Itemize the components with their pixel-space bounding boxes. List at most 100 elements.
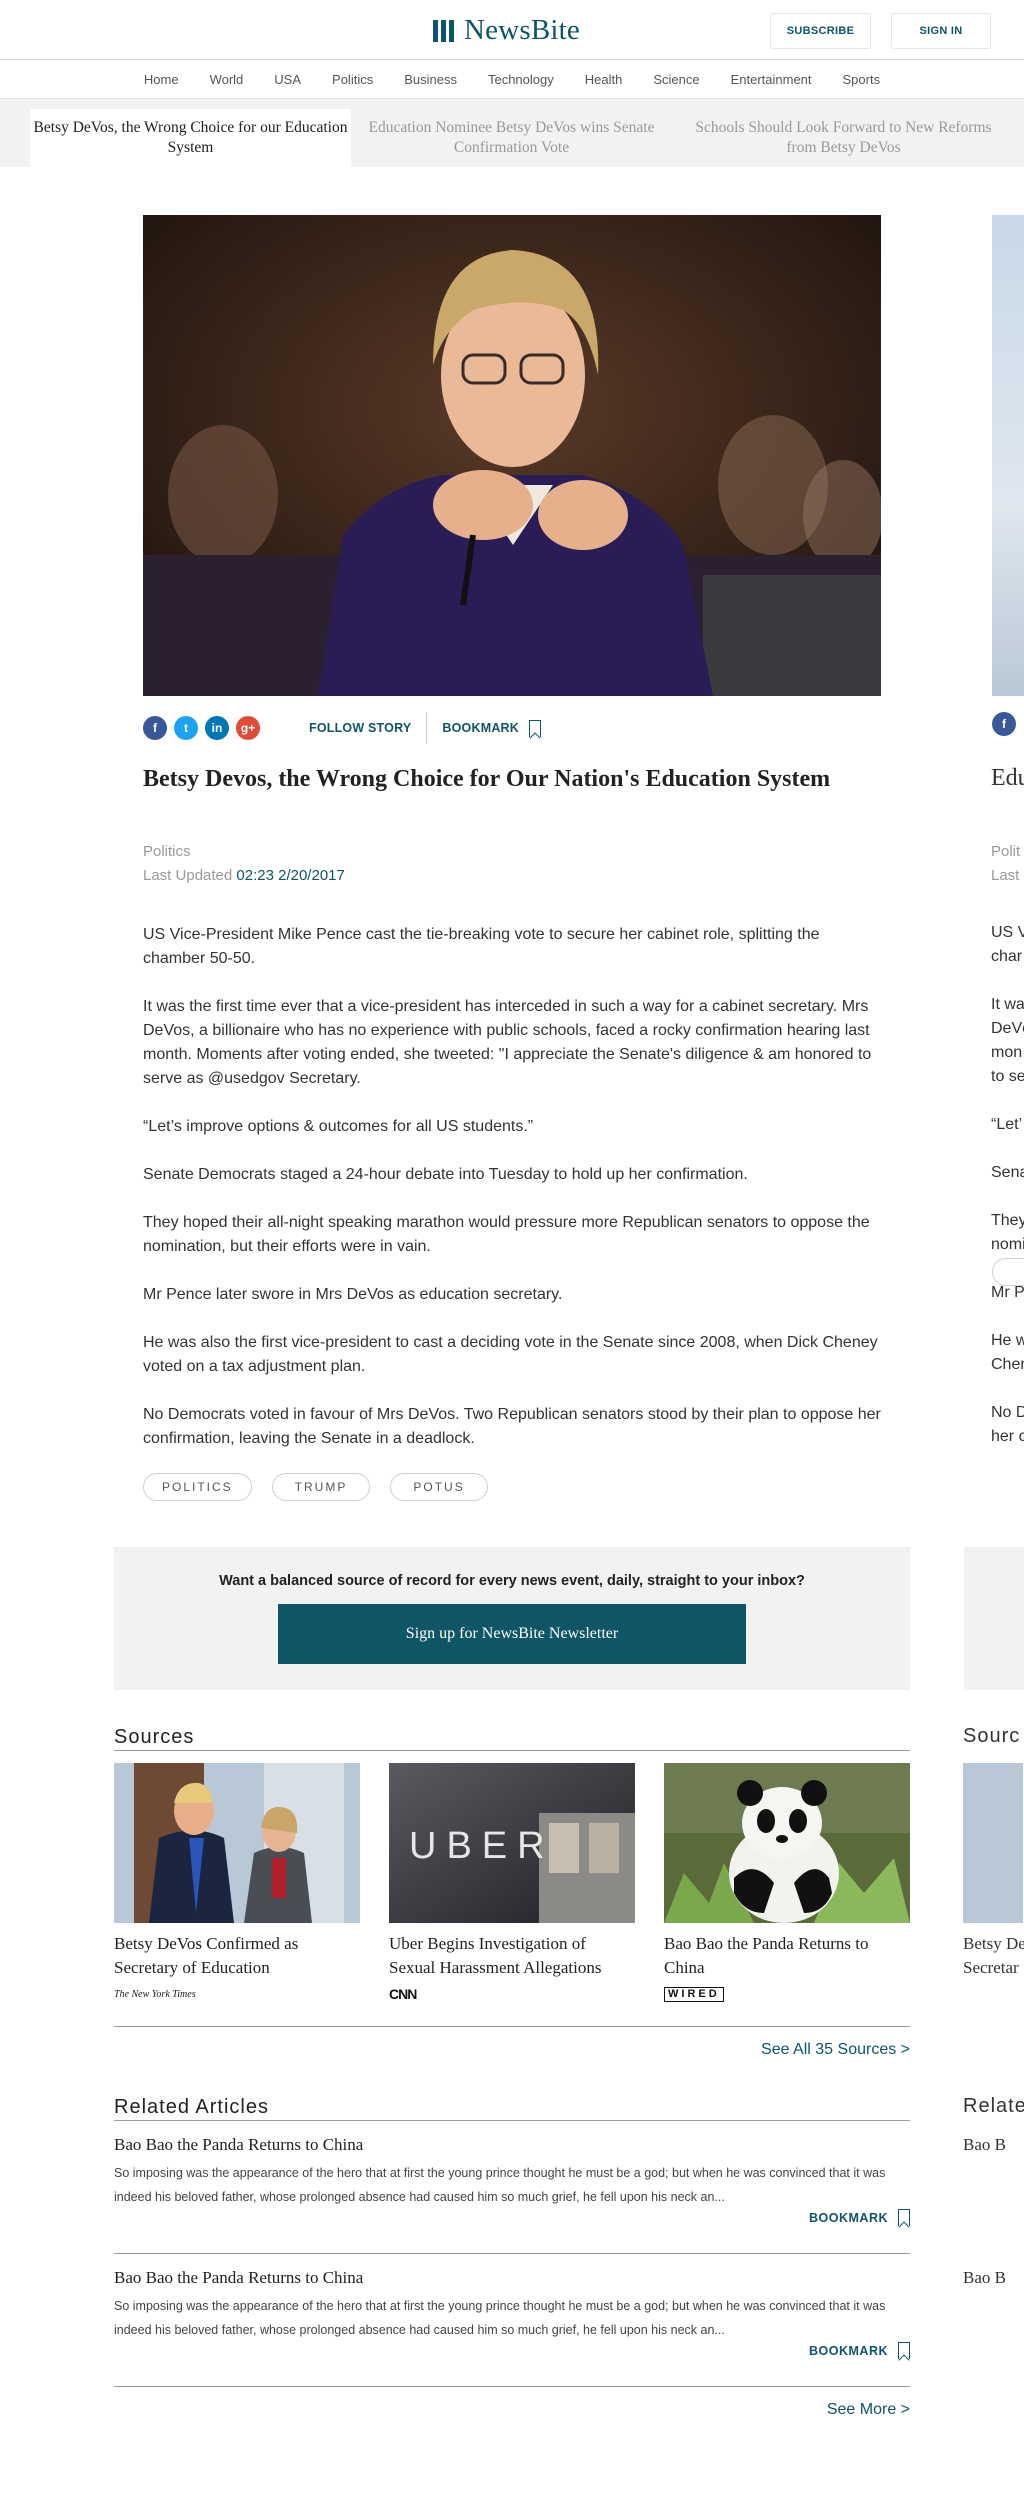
linkedin-icon[interactable]: in xyxy=(205,716,229,740)
hero-photo xyxy=(143,215,881,696)
sources-heading: Sources xyxy=(114,1726,910,1751)
nav-item-health[interactable]: Health xyxy=(585,72,623,87)
article-category[interactable]: Politics xyxy=(143,843,191,860)
peek-text: Polit xyxy=(991,843,1021,860)
source-thumbnail xyxy=(664,1763,910,1923)
source-title: Betsy DeVos Confirmed as Secretary of Ed… xyxy=(114,1934,299,1977)
subscribe-button[interactable]: SUBSCRIBE xyxy=(770,13,871,49)
source-title: Bao Bao the Panda Returns to China xyxy=(664,1934,869,1977)
share-bar: f t in g+ FOLLOW STORY BOOKMARK xyxy=(143,712,542,744)
tag-politics[interactable]: POLITICS xyxy=(143,1473,252,1501)
brand-logo[interactable]: NewsBite xyxy=(433,14,580,47)
see-all-sources-link[interactable]: See All 35 Sources > xyxy=(761,2041,910,2059)
related-heading: Related Articles xyxy=(114,2096,910,2121)
peek-related-title: Bao B xyxy=(963,2135,1006,2154)
peek-text: to se xyxy=(991,1068,1024,1085)
article: f t in g+ FOLLOW STORY BOOKMARK Betsy De… xyxy=(143,215,881,1501)
tag-trump[interactable]: TRUMP xyxy=(271,1473,371,1501)
nav-item-business[interactable]: Business xyxy=(404,72,457,87)
divider xyxy=(114,2026,910,2027)
bookmark-label: BOOKMARK xyxy=(442,721,520,735)
facebook-icon[interactable]: f xyxy=(143,716,167,740)
paragraph: US Vice-President Mike Pence cast the ti… xyxy=(143,926,820,967)
peek-text: He w xyxy=(991,1332,1024,1349)
nav-item-usa[interactable]: USA xyxy=(274,72,301,87)
bookmark-icon xyxy=(898,2342,910,2359)
peek-text: Last xyxy=(991,867,1020,884)
svg-text:UBER: UBER xyxy=(409,1825,555,1867)
bookmark-button[interactable]: BOOKMARK xyxy=(809,2209,910,2226)
story-tab-2[interactable]: Education Nominee Betsy DeVos wins Senat… xyxy=(351,109,672,167)
paragraph: “Let’s improve options & outcomes for al… xyxy=(143,1118,534,1135)
peek-source-title: Betsy De xyxy=(963,1934,1024,1953)
bookmark-label: BOOKMARK xyxy=(809,2343,888,2358)
peek-source-title: Secretar xyxy=(963,1958,1019,1977)
nav-item-technology[interactable]: Technology xyxy=(488,72,554,87)
source-image-3 xyxy=(664,1763,910,1923)
bookmark-button[interactable]: BOOKMARK xyxy=(442,719,542,737)
divider xyxy=(114,2253,910,2254)
outlet-logo-nyt: The New York Times xyxy=(114,1986,360,2002)
paragraph: No Democrats voted in favour of Mrs DeVo… xyxy=(143,1406,881,1447)
source-thumbnail: UBER xyxy=(389,1763,635,1923)
next-story-peek[interactable]: f Edu Polit Last US V char It wa DeVc mo… xyxy=(957,0,1024,2502)
nav-item-sports[interactable]: Sports xyxy=(843,72,881,87)
see-more-link[interactable]: See More > xyxy=(827,2401,910,2419)
logo-bars-icon xyxy=(433,19,454,42)
follow-story-button[interactable]: FOLLOW STORY xyxy=(309,721,411,735)
peek-sources-heading: Sourc xyxy=(963,1725,1021,1747)
source-card[interactable]: Betsy DeVos Confirmed as Secretary of Ed… xyxy=(114,1763,360,2002)
peek-text: It wa xyxy=(991,996,1024,1013)
peek-text: her c xyxy=(991,1428,1024,1445)
paragraph: He was also the first vice-president to … xyxy=(143,1334,878,1375)
googleplus-icon[interactable]: g+ xyxy=(236,716,260,740)
source-title: Uber Begins Investigation of Sexual Hara… xyxy=(389,1934,602,1977)
article-body: US Vice-President Mike Pence cast the ti… xyxy=(143,923,881,1475)
newsletter-box: Want a balanced source of record for eve… xyxy=(114,1547,910,1690)
last-updated: Last Updated 02:23 2/20/2017 xyxy=(143,867,345,884)
outlet-name: CNN xyxy=(389,1986,417,2002)
peek-text: No D xyxy=(991,1404,1024,1421)
nav-item-entertainment[interactable]: Entertainment xyxy=(731,72,812,87)
source-image-2: UBER xyxy=(389,1763,635,1923)
related-article[interactable]: Bao Bao the Panda Returns to China So im… xyxy=(114,2268,910,2359)
peek-tag[interactable] xyxy=(992,1258,1024,1286)
brand-name: NewsBite xyxy=(464,14,580,46)
facebook-icon[interactable]: f xyxy=(992,712,1016,736)
story-tab-1[interactable]: Betsy DeVos, the Wrong Choice for our Ed… xyxy=(30,109,351,167)
peek-text: Sena xyxy=(991,1164,1024,1181)
tag-potus[interactable]: POTUS xyxy=(390,1473,488,1501)
bookmark-label: BOOKMARK xyxy=(809,2210,888,2225)
peek-text: They xyxy=(991,1212,1024,1229)
newsletter-signup-button[interactable]: Sign up for NewsBite Newsletter xyxy=(278,1604,746,1664)
peek-related-title: Bao B xyxy=(963,2268,1006,2287)
story-tabs: Betsy DeVos, the Wrong Choice for our Ed… xyxy=(0,99,1024,167)
twitter-icon[interactable]: t xyxy=(174,716,198,740)
newsletter-prompt: Want a balanced source of record for eve… xyxy=(219,1573,805,1589)
nav-item-science[interactable]: Science xyxy=(653,72,699,87)
nav-item-politics[interactable]: Politics xyxy=(332,72,373,87)
peek-text: char xyxy=(991,948,1023,965)
main-nav: Home World USA Politics Business Technol… xyxy=(0,60,1024,99)
nav-item-home[interactable]: Home xyxy=(144,72,179,87)
related-excerpt: So imposing was the appearance of the he… xyxy=(114,2299,886,2337)
peek-text: DeVc xyxy=(991,1020,1024,1037)
paragraph: Mr Pence later swore in Mrs DeVos as edu… xyxy=(143,1286,563,1303)
nav-item-world[interactable]: World xyxy=(210,72,244,87)
related-title[interactable]: Bao Bao the Panda Returns to China xyxy=(114,2268,910,2288)
source-image-1 xyxy=(114,1763,360,1923)
related-excerpt: So imposing was the appearance of the he… xyxy=(114,2166,886,2204)
updated-value: 02:23 2/20/2017 xyxy=(236,867,345,884)
related-title[interactable]: Bao Bao the Panda Returns to China xyxy=(114,2135,910,2155)
source-card[interactable]: Bao Bao the Panda Returns to China WIRED xyxy=(664,1763,910,2002)
bookmark-button[interactable]: BOOKMARK xyxy=(809,2342,910,2359)
outlet-logo-cnn: CNN xyxy=(389,1986,635,2002)
top-bar: NewsBite SUBSCRIBE SIGN IN xyxy=(0,0,1024,60)
paragraph: They hoped their all-night speaking mara… xyxy=(143,1214,870,1255)
bookmark-icon xyxy=(898,2209,910,2226)
hero-illustration xyxy=(143,215,881,696)
source-card[interactable]: UBER Uber Begins Investigation of Sexual… xyxy=(389,1763,635,2002)
story-tab-3[interactable]: Schools Should Look Forward to New Refor… xyxy=(683,109,1004,167)
peek-text: nomi xyxy=(991,1236,1024,1253)
related-article[interactable]: Bao Bao the Panda Returns to China So im… xyxy=(114,2135,910,2226)
